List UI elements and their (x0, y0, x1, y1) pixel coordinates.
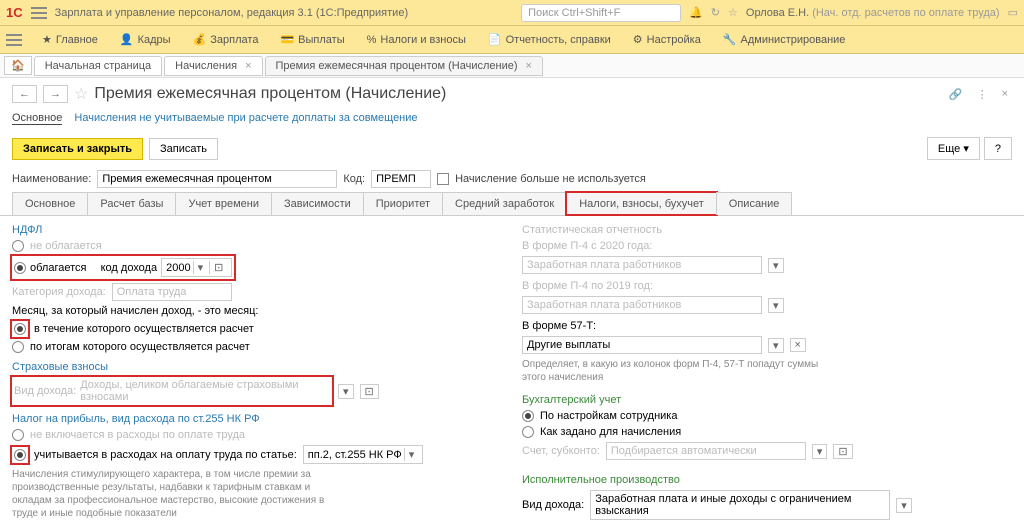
tab-main[interactable]: Основное (12, 192, 88, 215)
page-title: Премия ежемесячная процентом (Начисление… (94, 85, 446, 103)
tab-taxes[interactable]: Налоги, взносы, бухучет (566, 192, 717, 215)
ndfl-code-input[interactable]: 2000 (166, 262, 190, 274)
acc-opt2-radio[interactable] (522, 426, 534, 438)
not-used-checkbox[interactable] (437, 173, 449, 185)
menu-nastroika[interactable]: ⚙ Настройка (623, 29, 711, 50)
menu-vyplaty[interactable]: 💳 Выплаты (270, 29, 354, 50)
name-input[interactable] (97, 170, 337, 188)
app-logo: 1C (6, 5, 23, 20)
code-input[interactable] (371, 170, 431, 188)
star-icon[interactable]: ☆ (728, 6, 738, 19)
sublink-main[interactable]: Основное (12, 112, 62, 125)
link-icon[interactable]: 🔗 (945, 86, 967, 103)
tab-desc[interactable]: Описание (716, 192, 793, 215)
profit-note: Начисления стимулирующего характера, в т… (12, 468, 332, 520)
insurance-title: Страховые взносы (12, 361, 502, 373)
menu-nalogi[interactable]: % Налоги и взносы (357, 30, 476, 50)
forward-button[interactable]: → (43, 85, 68, 103)
ndfl-taxed-radio[interactable] (14, 262, 26, 274)
favorite-icon[interactable]: ☆ (74, 84, 88, 104)
stat-title: Статистическая отчетность (522, 224, 1012, 236)
tab-priority[interactable]: Приоритет (363, 192, 443, 215)
ndfl-title: НДФЛ (12, 224, 502, 236)
month-opt1-radio[interactable] (14, 323, 26, 335)
dropdown-icon[interactable]: ▾ (896, 498, 912, 513)
acc-opt1-radio[interactable] (522, 410, 534, 422)
breadcrumb-tab2[interactable]: Премия ежемесячная процентом (Начисление… (265, 56, 543, 76)
menu-toggle-icon[interactable] (31, 7, 47, 19)
tab-avg[interactable]: Средний заработок (442, 192, 567, 215)
menu-zarplata[interactable]: 💰 Зарплата (183, 29, 269, 50)
profit-opt1-radio (12, 429, 24, 441)
help-button[interactable]: ? (984, 137, 1012, 160)
save-close-button[interactable]: Записать и закрыть (12, 138, 143, 160)
nav-toggle-icon[interactable] (6, 34, 22, 46)
dropdown-icon[interactable]: ▾ (338, 384, 354, 399)
clear-icon[interactable]: × (790, 338, 806, 352)
name-label: Наименование: (12, 173, 91, 185)
search-input[interactable]: Поиск Ctrl+Shift+F (521, 4, 681, 22)
home-icon[interactable]: 🏠 (4, 56, 32, 75)
tab-deps[interactable]: Зависимости (271, 192, 364, 215)
dropdown-icon[interactable]: ▾ (404, 448, 419, 461)
user-name[interactable]: Орлова Е.Н. (Нач. отд. расчетов по оплат… (746, 7, 1000, 19)
more-button[interactable]: Еще ▾ (927, 137, 980, 160)
close-icon[interactable]: × (526, 60, 532, 72)
open-icon[interactable]: ⊡ (360, 384, 379, 399)
profit-title: Налог на прибыль, вид расхода по ст.255 … (12, 413, 502, 425)
close-icon[interactable]: × (245, 60, 251, 72)
close-page-icon[interactable]: × (998, 86, 1012, 103)
menu-otchet[interactable]: 📄 Отчетность, справки (478, 29, 621, 50)
menu-main[interactable]: ★ Главное (32, 29, 108, 50)
month-opt2-radio[interactable] (12, 341, 24, 353)
f57-select[interactable]: Другие выплаты (527, 339, 610, 351)
breadcrumb-home[interactable]: Начальная страница (34, 56, 162, 76)
not-used-label: Начисление больше не используется (455, 173, 646, 185)
bell-icon[interactable]: 🔔 (689, 6, 703, 19)
app-title: Зарплата и управление персоналом, редакц… (55, 7, 408, 19)
menu-admin[interactable]: 🔧 Администрирование (713, 29, 856, 50)
sublink-secondary[interactable]: Начисления не учитываемые при расчете до… (74, 112, 417, 125)
save-button[interactable]: Записать (149, 138, 218, 160)
profit-article-input[interactable]: пп.2, ст.255 НК РФ (308, 449, 402, 461)
dropdown-icon[interactable]: ▾ (768, 338, 784, 353)
code-label: Код: (343, 173, 365, 185)
profit-opt2-radio[interactable] (14, 449, 26, 461)
window-controls[interactable]: ▭ (1008, 6, 1018, 19)
back-button[interactable]: ← (12, 85, 37, 103)
insurance-type-value: Доходы, целиком облагаемые страховыми вз… (80, 379, 330, 403)
ndfl-not-taxed-radio (12, 240, 24, 252)
open-icon[interactable]: ⊡ (209, 261, 227, 274)
accounting-title: Бухгалтерский учет (522, 394, 1012, 406)
execution-type-select[interactable]: Заработная плата и иные доходы с огранич… (595, 493, 885, 517)
tab-base[interactable]: Расчет базы (87, 192, 176, 215)
tab-time[interactable]: Учет времени (175, 192, 272, 215)
execution-title: Исполнительное производство (522, 474, 1012, 486)
more-icon[interactable]: ⋮ (973, 86, 992, 103)
history-icon[interactable]: ↻ (711, 6, 720, 19)
breadcrumb-tab1[interactable]: Начисления× (164, 56, 262, 76)
dropdown-icon[interactable]: ▾ (193, 261, 208, 274)
menu-kadry[interactable]: 👤 Кадры (110, 29, 181, 50)
